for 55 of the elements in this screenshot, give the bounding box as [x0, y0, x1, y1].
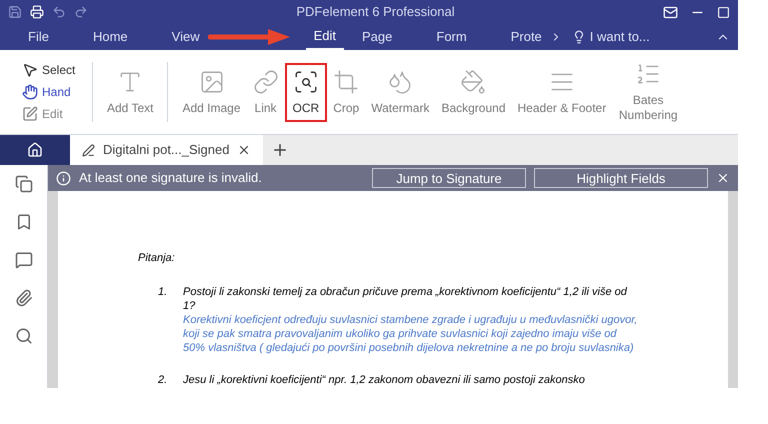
mode-button[interactable]: Edit [22, 105, 84, 123]
menu-tab[interactable]: Page [354, 24, 400, 50]
question-text: Jesu li „korektivni koeficijenti“ npr. 1,2 zakonom obavezni ili samo postoji zakonsko [183, 373, 586, 387]
menu-tab[interactable]: Prote [502, 24, 550, 50]
menu-tab[interactable]: Home [84, 24, 136, 50]
tool-button[interactable]: Crop [327, 64, 366, 120]
list-number: 1. [157, 285, 168, 300]
attachment-icon[interactable] [14, 289, 32, 307]
tool-button[interactable]: Link [246, 64, 285, 120]
home-tab[interactable] [0, 135, 70, 165]
pen-icon [82, 144, 95, 156]
print-icon[interactable] [30, 5, 44, 19]
search-icon[interactable] [14, 327, 32, 345]
tool-button[interactable]: Bates Numbering [612, 57, 684, 127]
question-text: Postoji li zakonski temelj za obračun pričuve prema „korektivnom koeficijentu“ 1,2 ili više od 1? [183, 285, 628, 313]
image-icon [198, 68, 224, 94]
maximize-icon[interactable] [717, 6, 730, 18]
droplets-icon [387, 68, 414, 94]
hand-icon [22, 84, 38, 100]
menu-tab[interactable]: File [20, 24, 57, 50]
window-title: PDFelement 6 Professional [295, 3, 456, 22]
home-icon [27, 142, 43, 158]
answer-text: Korektivni koeficjent određuju suvlasnici stambene zgrade i ugrađuju u međuvlasnički ugovor, koji se pak smatra pravovaljanim ukoliko ga prihvate suvlasnici koji zajedno imaju više od 50% vlasništva ( gledajući po površini posebnih dijelova nekretnine a ne po broju suvlasnika) [183, 313, 638, 355]
list-number: 2. [157, 373, 168, 387]
redo-icon[interactable] [74, 5, 88, 19]
comment-icon[interactable] [14, 251, 32, 269]
mail-icon[interactable] [663, 4, 678, 20]
mode-button[interactable]: Hand [22, 83, 84, 101]
menu-tab[interactable]: View [164, 24, 208, 50]
save-icon[interactable] [8, 5, 22, 19]
crop-icon [333, 68, 360, 94]
notification-button[interactable]: Jump to Signature [372, 168, 526, 188]
info-icon [56, 170, 71, 186]
undo-icon[interactable] [52, 5, 66, 19]
tool-button[interactable]: Add Image [176, 64, 247, 120]
document-tab[interactable]: Digitalni pot..._Signed [70, 135, 264, 165]
tool-button[interactable]: Watermark [365, 64, 436, 120]
paint-bucket-icon [460, 68, 486, 94]
scan-search-icon [292, 68, 319, 94]
pages-icon[interactable] [14, 175, 32, 193]
pencil-icon [22, 106, 38, 122]
notification-button[interactable]: Highlight Fields [534, 168, 708, 188]
pointer-icon [22, 62, 38, 78]
tell-me-field[interactable]: I want to... [590, 27, 650, 47]
tool-button[interactable]: Add Text [101, 64, 160, 120]
notification-message: At least one signature is invalid. [79, 169, 263, 188]
heading-text: Pitanja: [138, 251, 176, 265]
tool-button[interactable]: Header & Footer [512, 64, 612, 120]
menu-tab[interactable]: Edit [306, 24, 344, 50]
chain-link-icon [252, 68, 279, 94]
close-icon[interactable] [716, 171, 730, 185]
tool-button[interactable]: OCR [284, 62, 328, 122]
tool-button[interactable]: Background [435, 64, 512, 120]
mode-button[interactable]: Select [22, 61, 84, 79]
menu-tab[interactable]: Form [428, 24, 475, 50]
